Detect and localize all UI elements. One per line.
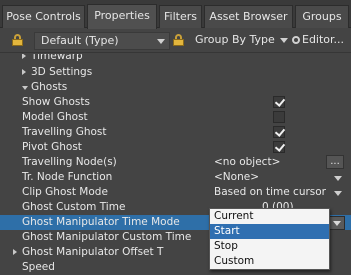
tree-row-ghosts[interactable]: Ghosts [0,80,351,95]
editor-label: Editor... [302,33,345,46]
tree-row-pivot-ghost: Pivot Ghost [0,140,351,155]
row-label: Ghost Manipulator Time Mode [22,216,180,228]
row-label: Model Ghost [22,111,88,123]
travelling-ghost-checkbox[interactable] [273,126,285,138]
dropdown-option-stop[interactable]: Stop [210,239,329,254]
tab-asset-browser[interactable]: Asset Browser [204,5,293,28]
model-ghost-checkbox[interactable] [273,111,285,123]
chevron-down-icon [280,38,288,43]
tree-row-model-ghost: Model Ghost [0,110,351,125]
clip-ghost-mode-select[interactable]: Based on time cursor [214,185,326,200]
travelling-nodes-value[interactable]: <no object> [214,155,280,170]
pivot-ghost-checkbox[interactable] [273,141,285,153]
tree-row-3d-settings[interactable]: 3D Settings [0,65,351,80]
row-label: Tr. Node Function [22,171,113,183]
dropdown-option-current[interactable]: Current [210,209,329,224]
chevron-down-icon[interactable] [334,191,342,196]
tree-row-clip-ghost-mode: Clip Ghost Mode Based on time cursor [0,185,351,200]
chevron-down-icon [157,39,165,44]
tree-row-tr-node-function: Tr. Node Function <None> [0,170,351,185]
row-label: Clip Ghost Mode [22,186,108,198]
type-filter-combo[interactable]: Default (Type) [34,32,170,50]
tab-filters[interactable]: Filters [159,5,202,28]
tree-row-travelling-nodes: Travelling Node(s) <no object> ... [0,155,351,170]
show-ghosts-checkbox[interactable] [273,96,285,108]
tr-node-function-select[interactable]: <None> [214,170,259,185]
tree-row-travelling-ghost: Travelling Ghost [0,125,351,140]
row-label: 3D Settings [31,66,93,78]
type-filter-value: Default (Type) [41,34,119,47]
row-label: Timewarp [31,54,83,62]
tab-groups[interactable]: Groups [295,5,349,28]
row-label: Travelling Node(s) [22,156,117,168]
dropdown-option-start[interactable]: Start [210,224,329,239]
row-label: Travelling Ghost [22,126,107,138]
row-label: Speed [22,261,55,273]
row-label: Ghost Custom Time [22,201,126,213]
gear-icon [292,36,300,44]
row-label: Ghost Manipulator Offset T [22,246,164,258]
browse-button[interactable]: ... [326,155,344,169]
row-label: Pivot Ghost [22,141,82,153]
dropdown-option-custom[interactable]: Custom [210,254,329,269]
tab-pose-controls[interactable]: Pose Controls [2,5,85,28]
time-mode-dropdown-list: Current Start Stop Custom [209,208,330,270]
properties-toolbar: Default (Type) Group By Type Editor... [0,29,351,53]
chevron-down-icon[interactable] [330,217,344,229]
tree-row-timewarp[interactable]: Timewarp [0,54,351,64]
lock-icon[interactable] [173,34,184,46]
row-label: Ghost Manipulator Custom Time [22,231,192,243]
row-label: Ghosts [31,81,68,93]
collapse-arrow-icon[interactable] [22,86,28,90]
expand-arrow-icon[interactable] [22,69,26,75]
tab-properties[interactable]: Properties [87,4,157,29]
chevron-down-icon[interactable] [334,176,342,181]
lock-icon[interactable] [12,34,23,46]
editor-button[interactable]: Editor... [292,32,344,50]
group-by-combo[interactable]: Group By Type [192,32,288,50]
tree-row-show-ghosts: Show Ghosts [0,95,351,110]
row-label: Show Ghosts [22,96,90,108]
group-by-value: Group By Type [195,33,275,46]
expand-arrow-icon[interactable] [13,249,17,255]
tab-bar: Pose Controls Properties Filters Asset B… [0,0,351,29]
expand-arrow-icon[interactable] [22,54,26,59]
